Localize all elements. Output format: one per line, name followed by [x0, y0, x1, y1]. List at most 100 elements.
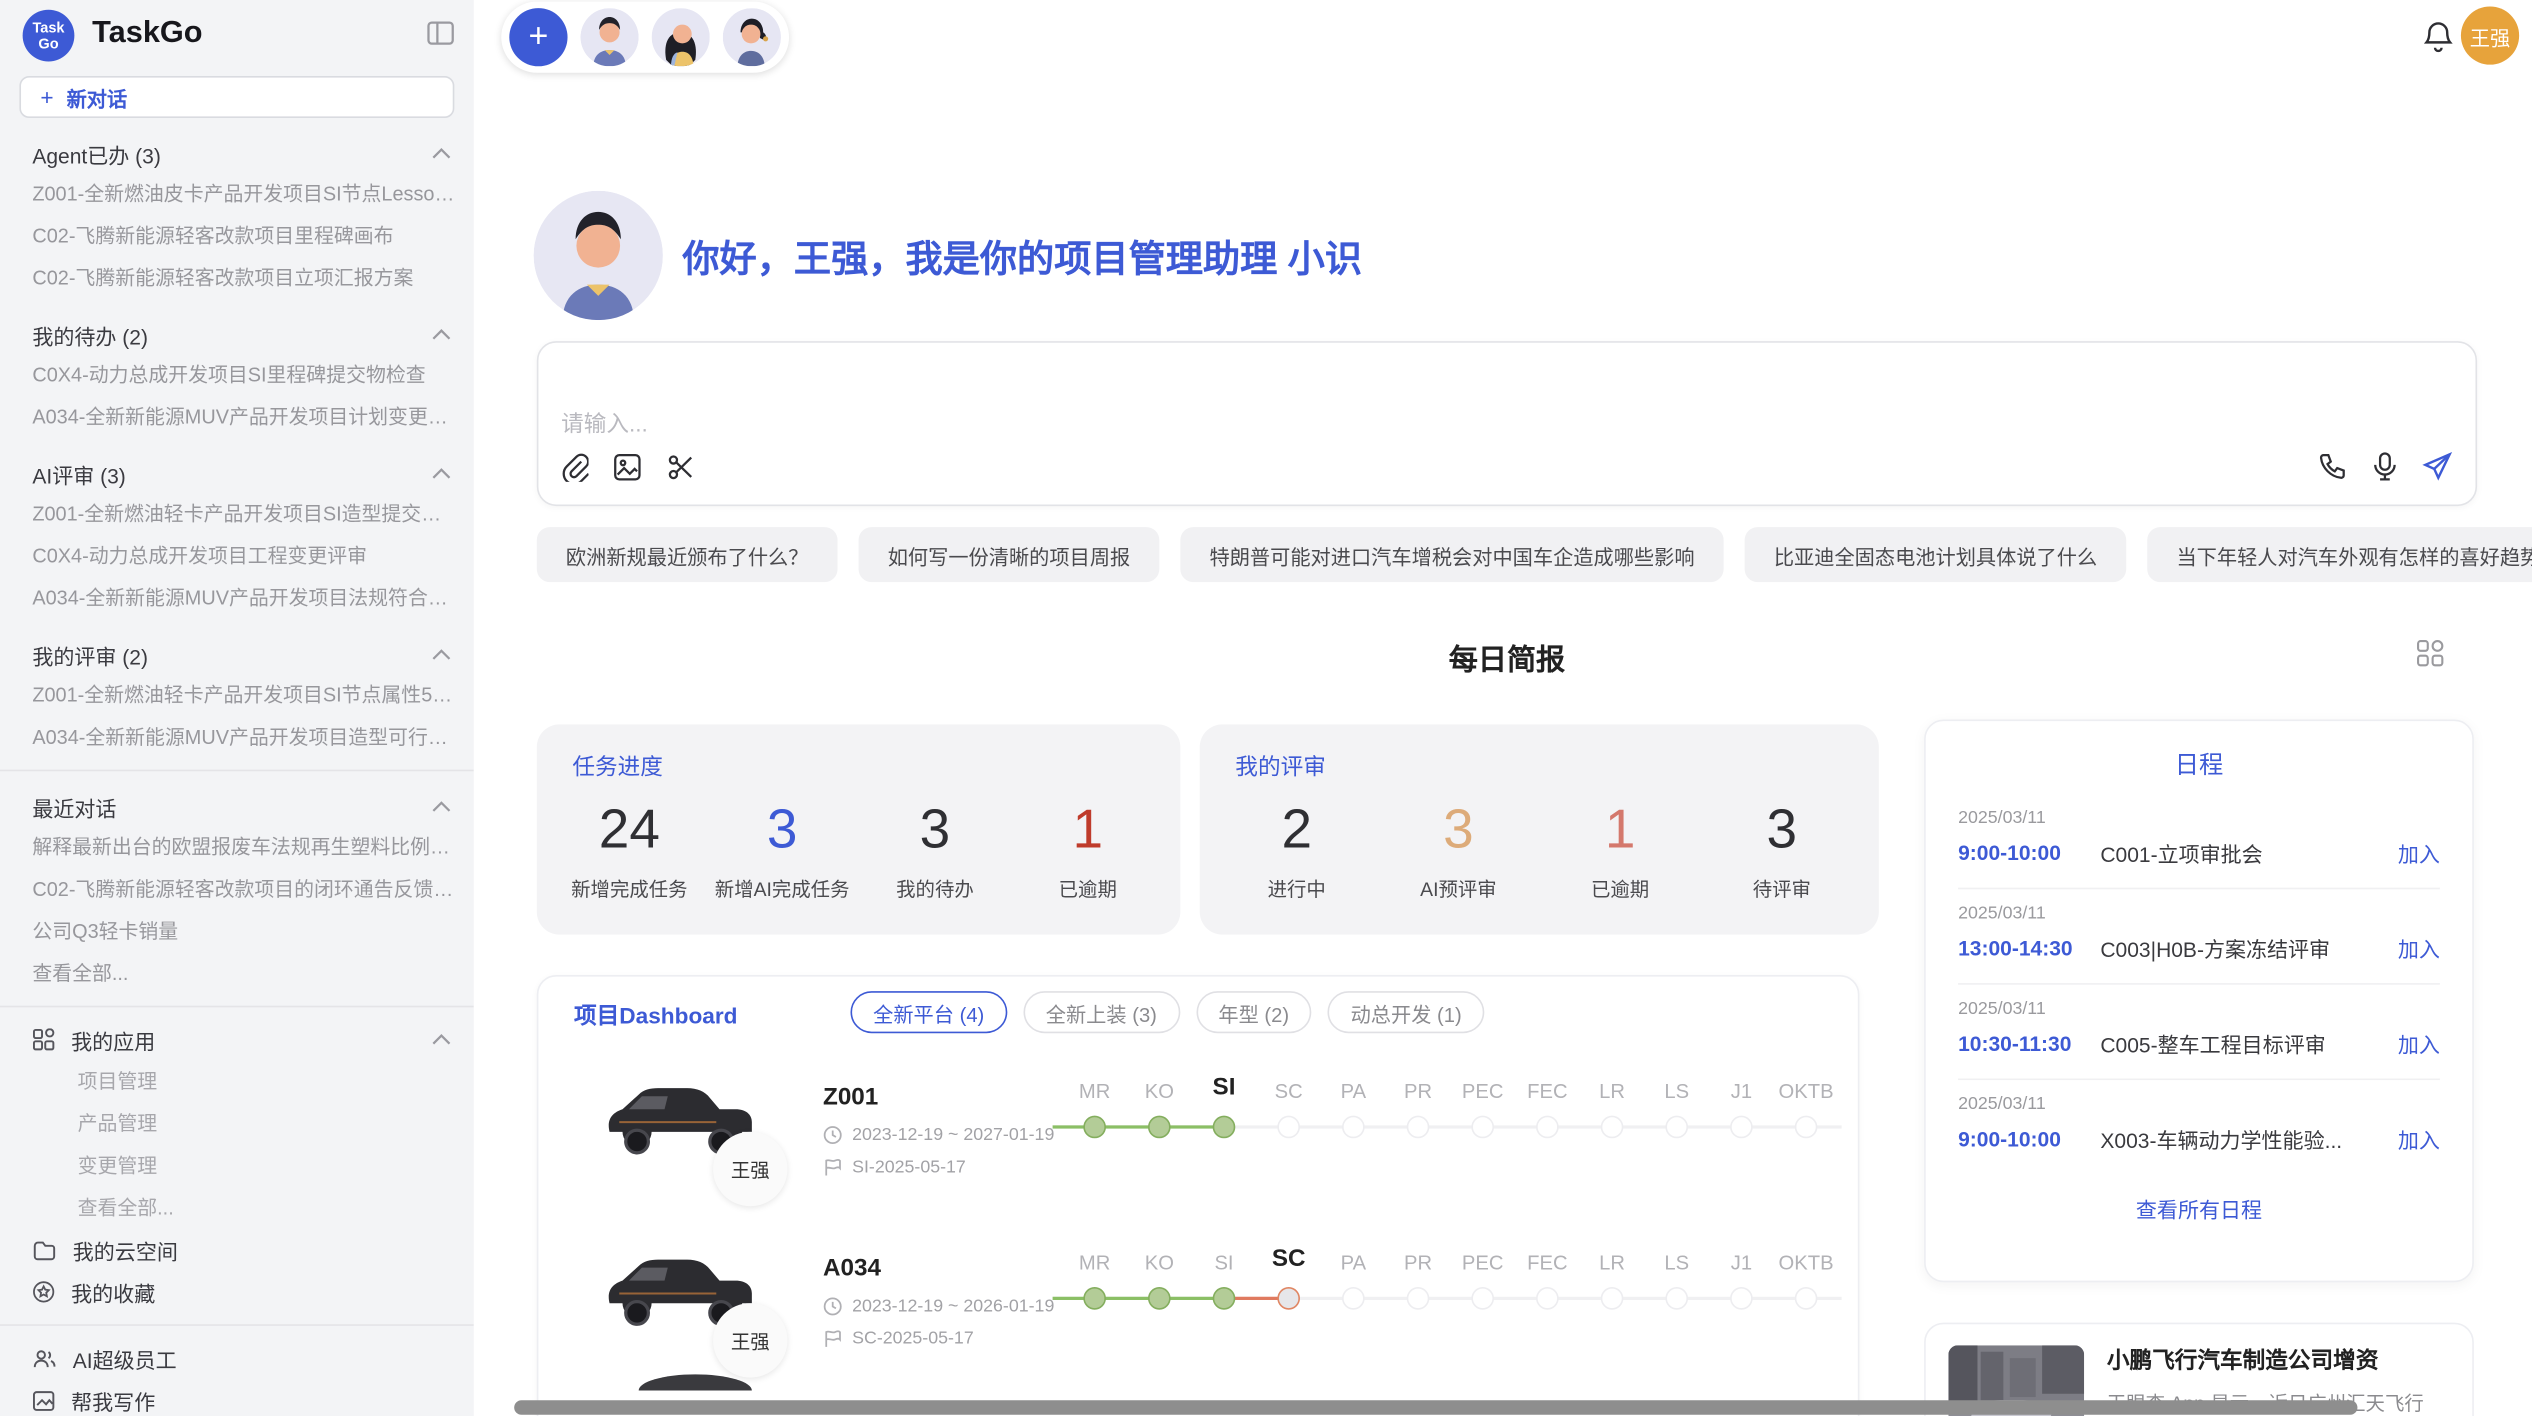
input-attachment-tools — [561, 453, 695, 490]
section-label: AI评审 (3) — [32, 458, 125, 489]
suggestion-chip[interactable]: 比亚迪全固态电池计划具体说了什么 — [1745, 527, 2127, 582]
milestone-dot — [1730, 1287, 1753, 1310]
sidebar-item-change-mgmt[interactable]: 变更管理 — [0, 1145, 474, 1187]
divider — [0, 1006, 474, 1008]
sidebar-item[interactable]: A034-全新新能源MUV产品开发项目造型可行性评审 — [0, 716, 474, 758]
stat-label: AI预评审 — [1378, 875, 1540, 902]
suggestion-chip[interactable]: 当下年轻人对汽车外观有怎样的喜好趋势 — [2147, 527, 2532, 582]
send-icon[interactable] — [2422, 451, 2453, 490]
paperclip-icon[interactable] — [561, 453, 588, 490]
sidebar-item[interactable]: C0X4-动力总成开发项目工程变更评审 — [0, 535, 474, 577]
filter-tab-model-year[interactable]: 年型 (2) — [1196, 991, 1312, 1033]
project-owner-badge: 王强 — [713, 1303, 787, 1377]
sidebar-item[interactable]: A034-全新新能源MUV产品开发项目计划变更表编写 — [0, 396, 474, 438]
layout-grid-icon[interactable] — [2416, 639, 2445, 676]
card-title: 任务进度 — [572, 750, 663, 782]
sidebar-item-view-all[interactable]: 查看全部... — [0, 952, 474, 994]
new-chat-button[interactable]: + 新对话 — [19, 76, 454, 118]
suggestion-chip[interactable]: 欧洲新规最近颁布了什么？ — [537, 527, 838, 582]
chat-input-card — [537, 341, 2477, 506]
filter-tab-new-platform[interactable]: 全新平台 (4) — [850, 991, 1006, 1033]
sidebar-item[interactable]: 解释最新出台的欧盟报废车法规再生塑料比例被调至15%... — [0, 826, 474, 868]
sidebar-item[interactable]: 公司Q3轻卡销量 — [0, 910, 474, 952]
milestone-dot-done — [1083, 1116, 1106, 1139]
sidebar-item-ai-super-staff[interactable]: AI超级员工 — [0, 1337, 474, 1379]
project-row[interactable]: 王强 A034 2023-12-19 ~ 2026-01-19 SC-2025-… — [538, 1239, 1857, 1397]
schedule-event: 2025/03/11 9:00-10:00 X003-车辆动力学性能验... 加… — [1958, 1080, 2440, 1174]
avatar[interactable] — [580, 8, 638, 66]
project-dates: 2023-12-19 ~ 2026-01-19 — [823, 1297, 1054, 1316]
suggestion-chip[interactable]: 特朗普可能对进口汽车增税会对中国车企造成哪些影响 — [1180, 527, 1723, 582]
owner-name: 王强 — [731, 1327, 770, 1354]
sidebar-item-help-writing[interactable]: 帮我写作 — [0, 1379, 474, 1416]
sidebar-item-project-mgmt[interactable]: 项目管理 — [0, 1061, 474, 1103]
user-avatar[interactable]: 王强 — [2461, 6, 2519, 64]
filter-tab-powertrain[interactable]: 动总开发 (1) — [1328, 991, 1484, 1033]
schedule-event: 2025/03/11 10:30-11:30 C005-整车工程目标评审 加入 — [1958, 985, 2440, 1080]
suggestion-chip[interactable]: 如何写一份清晰的项目周报 — [859, 527, 1160, 582]
section-label: 最近对话 — [32, 791, 116, 822]
sidebar-section-recent[interactable]: 最近对话 — [0, 787, 474, 826]
sidebar-item-cloud-space[interactable]: 我的云空间 — [0, 1229, 474, 1271]
microphone-icon[interactable] — [2372, 451, 2398, 490]
task-progress-card: 任务进度 24 新增完成任务 3 新增AI完成任务 3 我的待办 1 已逾期 — [537, 724, 1181, 934]
stat: 3 新增AI完成任务 — [706, 789, 859, 935]
milestone-track: MR KO SI SC PA PR PEC FEC LR LS J1 OKTB — [1053, 1067, 1849, 1225]
sidebar-item-label: AI超级员工 — [73, 1343, 177, 1374]
sidebar-collapse-icon[interactable] — [427, 21, 454, 53]
sidebar-section-my-apps[interactable]: 我的应用 — [0, 1019, 474, 1061]
sidebar-section-agent-done[interactable]: Agent已办 (3) — [0, 134, 474, 173]
filter-tab-new-body[interactable]: 全新上装 (3) — [1023, 991, 1179, 1033]
scissors-icon[interactable] — [666, 453, 695, 490]
news-title: 小鹏飞行汽车制造公司增资 — [2107, 1344, 2379, 1376]
card-title: 我的评审 — [1235, 750, 1326, 782]
join-link[interactable]: 加入 — [2398, 1028, 2440, 1059]
stat-value: 1 — [1539, 799, 1701, 862]
chevron-up-icon — [432, 147, 451, 160]
image-icon[interactable] — [613, 453, 642, 490]
chat-input[interactable] — [538, 343, 2475, 505]
view-all-schedule-link[interactable]: 查看所有日程 — [1926, 1193, 2473, 1224]
sidebar-item[interactable]: Z001-全新燃油皮卡产品开发项目SI节点Lesson Learn报告 — [0, 173, 474, 215]
project-row[interactable]: 王强 Z001 2023-12-19 ~ 2027-01-19 SI-2025-… — [538, 1067, 1857, 1225]
notification-bell-icon[interactable] — [2422, 19, 2454, 61]
app-title: TaskGo — [92, 16, 202, 52]
project-milestone-date: SI-2025-05-17 — [823, 1158, 966, 1177]
event-time: 10:30-11:30 — [1958, 1032, 2100, 1056]
sidebar-item[interactable]: C0X4-动力总成开发项目SI里程碑提交物检查 — [0, 354, 474, 396]
avatar[interactable] — [723, 8, 781, 66]
sidebar-item-view-all-apps[interactable]: 查看全部... — [0, 1187, 474, 1229]
sidebar-section-my-review[interactable]: 我的评审 (2) — [0, 635, 474, 674]
sidebar-item-favorites[interactable]: 我的收藏 — [0, 1271, 474, 1313]
sidebar-item[interactable]: C02-飞腾新能源轻客改款项目里程碑画布 — [0, 215, 474, 257]
sidebar-item-label: 帮我写作 — [71, 1385, 155, 1416]
sidebar-item[interactable]: C02-飞腾新能源轻客改款项目的闭环通告反馈情况 — [0, 868, 474, 910]
sidebar-item-product-mgmt[interactable]: 产品管理 — [0, 1103, 474, 1145]
stat-value: 3 — [706, 799, 859, 862]
sidebar-item[interactable]: Z001-全新燃油轻卡产品开发项目SI造型提交物评审 — [0, 493, 474, 535]
milestone-dot — [1536, 1116, 1559, 1139]
stat-label: 我的待办 — [859, 875, 1012, 902]
user-avatar-label: 王强 — [2470, 20, 2510, 51]
join-link[interactable]: 加入 — [2398, 1124, 2440, 1155]
sidebar-section-my-todo[interactable]: 我的待办 (2) — [0, 315, 474, 354]
sidebar-section-ai-review[interactable]: AI评审 (3) — [0, 454, 474, 493]
phone-icon[interactable] — [2319, 451, 2348, 490]
join-link[interactable]: 加入 — [2398, 838, 2440, 869]
sidebar-item[interactable]: Z001-全新燃油轻卡产品开发项目SI节点属性5D文件评审 — [0, 674, 474, 716]
event-title: X003-车辆动力学性能验... — [2100, 1124, 2397, 1155]
project-dashboard-card: 项目Dashboard 全新平台 (4) 全新上装 (3) 年型 (2) 动总开… — [537, 975, 1860, 1416]
avatar[interactable] — [652, 8, 710, 66]
stat-label: 进行中 — [1216, 875, 1378, 902]
horizontal-scrollbar[interactable] — [514, 1400, 2357, 1415]
sidebar-item[interactable]: C02-飞腾新能源轻客改款项目立项汇报方案 — [0, 257, 474, 299]
join-link[interactable]: 加入 — [2398, 933, 2440, 964]
my-review-card: 我的评审 2 进行中 3 AI预评审 1 已逾期 3 待评审 — [1200, 724, 1879, 934]
add-session-button[interactable]: + — [509, 8, 567, 66]
project-dates: 2023-12-19 ~ 2027-01-19 — [823, 1125, 1054, 1144]
stat-value: 3 — [1701, 799, 1863, 862]
sidebar-item[interactable]: A034-全新新能源MUV产品开发项目法规符合性评审 — [0, 577, 474, 619]
milestone-dot — [1795, 1116, 1818, 1139]
milestone-dot — [1407, 1116, 1430, 1139]
stat-value: 3 — [859, 799, 1012, 862]
